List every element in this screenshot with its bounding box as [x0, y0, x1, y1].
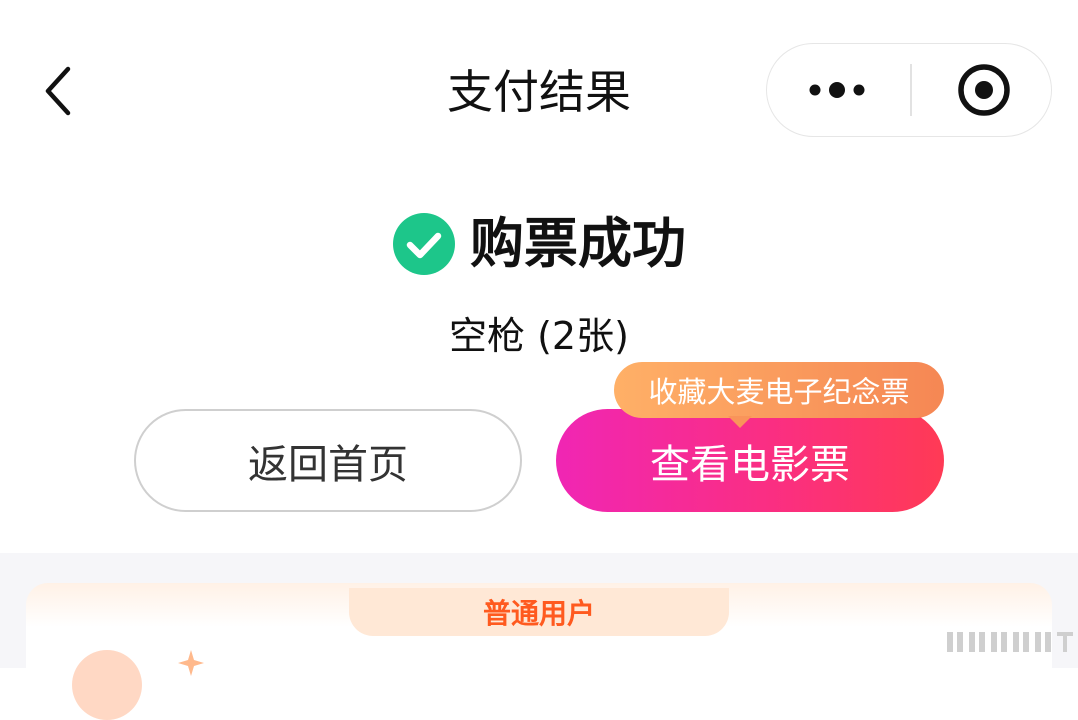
member-level-tab: 普通用户: [349, 588, 729, 636]
decorative-circle: [72, 650, 142, 720]
check-circle-icon: [393, 213, 455, 275]
target-circle-icon: [958, 64, 1010, 116]
more-dots-icon: [809, 82, 865, 98]
close-miniprogram-button[interactable]: [912, 44, 1052, 135]
mini-program-capsule: [766, 43, 1052, 137]
tip-arrow: [728, 416, 752, 428]
success-status: 购票成功: [0, 212, 1078, 276]
back-home-button[interactable]: 返回首页: [134, 409, 522, 512]
souvenir-ticket-tip[interactable]: 收藏大麦电子纪念票: [614, 362, 944, 418]
sparkle-icon: [178, 650, 204, 676]
more-button[interactable]: [767, 44, 910, 135]
success-text: 购票成功: [470, 212, 686, 275]
movie-ticket-count: 空枪 (2张): [449, 314, 629, 358]
watermark-icon: [947, 632, 1073, 652]
